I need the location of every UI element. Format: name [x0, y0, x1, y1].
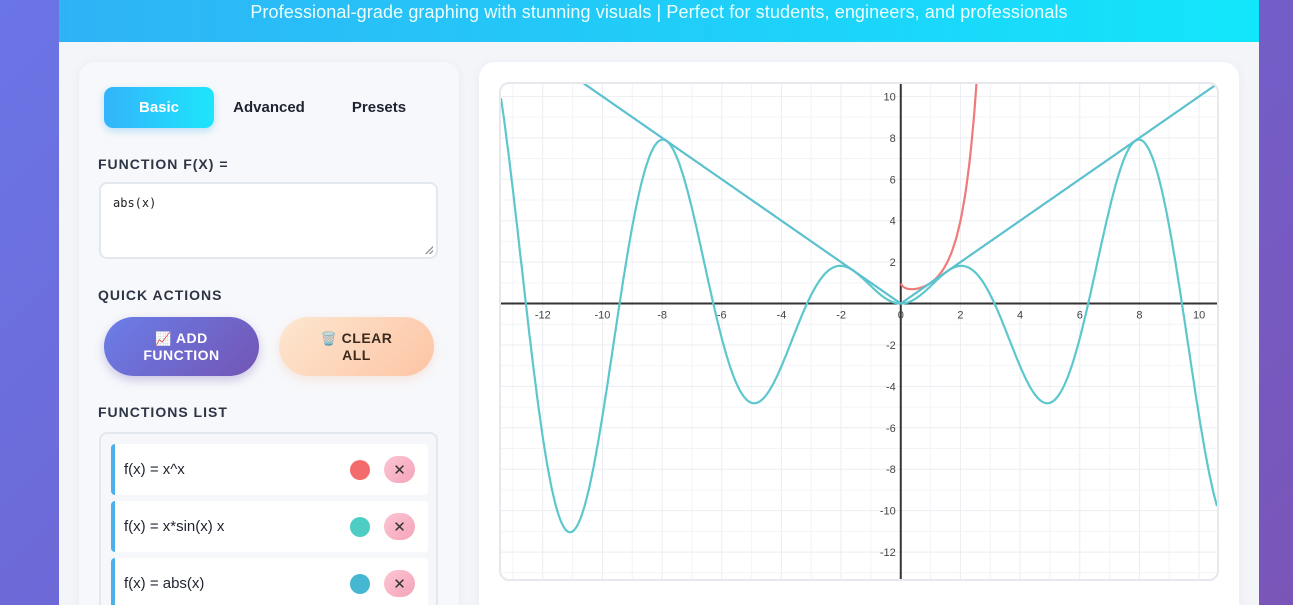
x-tick-label: -12: [535, 310, 551, 322]
app-header: Professional-grade graphing with stunnin…: [59, 0, 1259, 42]
list-item: f(x) = abs(x) ✕: [111, 558, 428, 605]
y-tick-label: 2: [890, 257, 896, 269]
function-input-label: FUNCTION F(X) =: [98, 156, 229, 172]
functions-list-label: FUNCTIONS LIST: [98, 404, 228, 420]
close-icon: ✕: [393, 461, 406, 479]
x-tick-label: 2: [957, 310, 963, 322]
function-text: f(x) = x^x: [124, 461, 185, 478]
list-item: f(x) = x^x ✕: [111, 444, 428, 495]
tab-advanced[interactable]: Advanced: [214, 87, 324, 128]
y-tick-label: 4: [890, 216, 896, 228]
series-line-0: [899, 84, 978, 291]
function-text: f(x) = abs(x): [124, 575, 205, 592]
add-function-button[interactable]: 📈 ADD FUNCTION: [104, 317, 259, 376]
y-tick-label: 6: [890, 174, 896, 186]
control-panel: Basic Advanced Presets FUNCTION F(X) = a…: [79, 62, 459, 605]
y-tick-label: 10: [884, 91, 896, 103]
close-icon: ✕: [393, 575, 406, 593]
x-tick-label: 10: [1193, 310, 1205, 322]
graph-canvas[interactable]: -12 -10 -8 -6 -4 -2 0 2 4 6 8 10 10 8 6 4 2 -2 -4 -6 -8 -10 -1…: [499, 82, 1219, 581]
clear-all-button[interactable]: 🗑️ CLEAR ALL: [279, 317, 434, 376]
clear-all-label: CLEAR ALL: [341, 329, 393, 363]
header-subtitle: Professional-grade graphing with stunnin…: [250, 2, 1068, 22]
x-tick-label: -4: [777, 310, 787, 322]
resize-grip-icon[interactable]: [425, 246, 433, 254]
y-tick-label: -8: [886, 464, 896, 476]
function-plot[interactable]: -12 -10 -8 -6 -4 -2 0 2 4 6 8 10 10 8 6 4 2 -2 -4 -6 -8 -10 -1…: [501, 84, 1217, 579]
close-icon: ✕: [393, 518, 406, 536]
x-tick-label: -2: [836, 310, 846, 322]
y-tick-label: -2: [886, 340, 896, 352]
list-item: f(x) = x*sin(x) x ✕: [111, 501, 428, 552]
x-tick-label: -6: [717, 310, 727, 322]
remove-button[interactable]: ✕: [384, 513, 415, 540]
y-tick-label: -6: [886, 423, 896, 435]
function-text: f(x) = x*sin(x) x: [124, 518, 225, 535]
x-tick-label: 8: [1136, 310, 1142, 322]
remove-button[interactable]: ✕: [384, 570, 415, 597]
x-tick-label: 0: [898, 310, 904, 322]
color-swatch[interactable]: [350, 459, 370, 480]
x-tick-label: 6: [1077, 310, 1083, 322]
mode-tabs: Basic Advanced Presets: [104, 87, 434, 128]
color-swatch[interactable]: [350, 573, 370, 594]
y-tick-label: -12: [880, 547, 896, 559]
x-tick-label: -8: [657, 310, 667, 322]
chart-icon: 📈: [155, 330, 172, 346]
functions-list: f(x) = x^x ✕ f(x) = x*sin(x) x ✕ f(x) = …: [99, 432, 438, 605]
quick-actions-label: QUICK ACTIONS: [98, 287, 223, 303]
app-window: Professional-grade graphing with stunnin…: [59, 0, 1259, 605]
x-tick-label: -10: [594, 310, 610, 322]
function-input[interactable]: abs(x): [99, 182, 438, 259]
remove-button[interactable]: ✕: [384, 456, 415, 483]
function-input-value: abs(x): [113, 196, 157, 210]
y-tick-label: -10: [880, 506, 896, 518]
x-tick-label: 4: [1017, 310, 1023, 322]
y-tick-label: -4: [886, 381, 896, 393]
trash-icon: 🗑️: [320, 330, 338, 346]
graph-card: -12 -10 -8 -6 -4 -2 0 2 4 6 8 10 10 8 6 4 2 -2 -4 -6 -8 -10 -1…: [479, 62, 1239, 605]
tab-basic[interactable]: Basic: [104, 87, 214, 128]
tab-presets[interactable]: Presets: [324, 87, 434, 128]
color-swatch[interactable]: [350, 516, 370, 537]
y-tick-label: 8: [890, 133, 896, 145]
